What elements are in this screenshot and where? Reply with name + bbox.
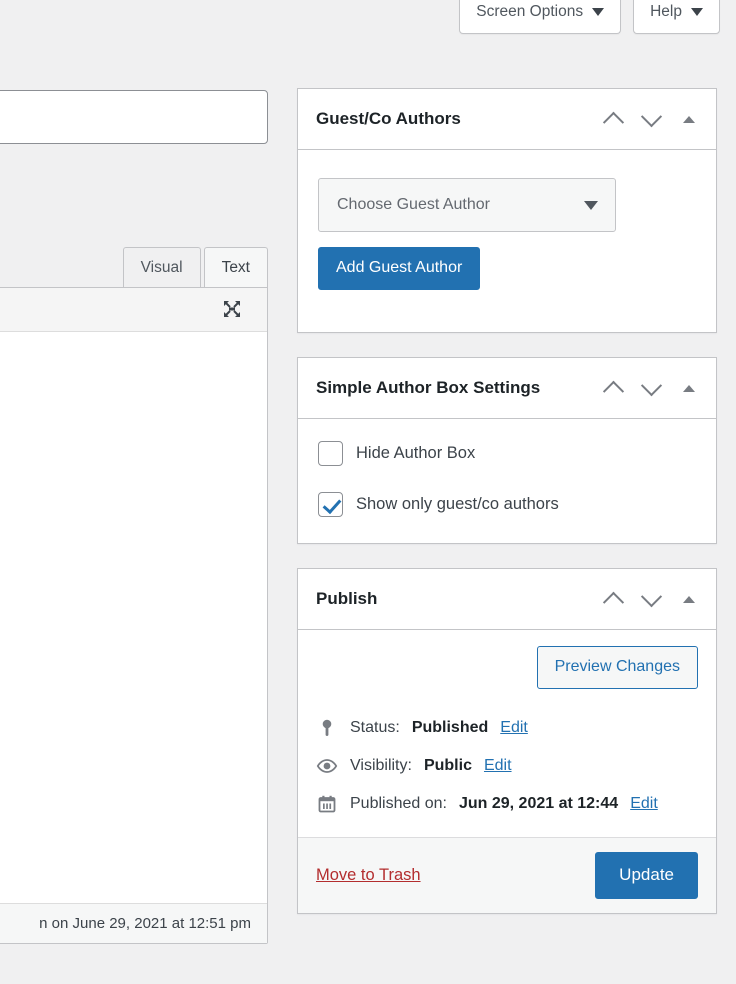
checkbox-hide-author-box[interactable] [318,441,343,466]
panel-header-publish: Publish [298,569,716,630]
visibility-value: Public [424,757,472,775]
post-title-input[interactable] [0,90,268,144]
visibility-label: Visibility: [350,757,412,775]
publish-row-published-on: Published on: Jun 29, 2021 at 12:44 Edit [316,785,698,823]
panel-controls [596,582,706,616]
preview-row: Preview Changes [316,646,698,689]
panel-body-publish: Preview Changes Status: Published Edit [298,630,716,837]
collapse-toggle-button[interactable] [672,582,706,616]
editor-toolbar [0,288,267,332]
move-to-trash-link[interactable]: Move to Trash [316,866,421,885]
panel-title-publish: Publish [316,587,377,611]
label-show-only-guest-co-authors: Show only guest/co authors [356,495,559,514]
move-down-button[interactable] [634,582,668,616]
option-show-only-guest-co-authors[interactable]: Show only guest/co authors [318,492,696,517]
move-up-button[interactable] [596,102,630,136]
editor-mode-tabs: Visual Text [120,240,268,288]
move-down-button[interactable] [634,102,668,136]
published-on-value: Jun 29, 2021 at 12:44 [459,795,618,813]
move-up-button[interactable] [596,582,630,616]
post-editor-column: Visual Text n on June 29, 2021 at 12:51 … [0,0,268,984]
panel-controls [596,371,706,405]
post-status-pin-icon [316,717,338,739]
guest-author-select[interactable]: Choose Guest Author [318,178,616,232]
move-up-button[interactable] [596,371,630,405]
edit-status-link[interactable]: Edit [500,719,528,737]
panel-body-simple-author-box-settings: Hide Author Box Show only guest/co autho… [298,419,716,543]
tab-visual-label: Visual [141,259,183,277]
preview-changes-button[interactable]: Preview Changes [537,646,698,689]
update-button[interactable]: Update [595,852,698,899]
tab-visual[interactable]: Visual [123,247,201,288]
checkbox-show-only-guest-co-authors[interactable] [318,492,343,517]
panel-body-guest-co-authors: Choose Guest Author Add Guest Author [298,150,716,332]
publish-row-status: Status: Published Edit [316,709,698,747]
status-value: Published [412,719,488,737]
panel-simple-author-box-settings: Simple Author Box Settings Hide Author B… [297,357,717,544]
content-editor: Visual Text n on June 29, 2021 at 12:51 … [0,240,268,944]
fullscreen-icon[interactable] [221,298,243,320]
panel-publish: Publish Preview Changes Status: Publ [297,568,717,914]
publish-actions-footer: Move to Trash Update [298,837,716,913]
chevron-down-icon [584,201,598,210]
add-guest-author-button[interactable]: Add Guest Author [318,247,480,290]
status-label: Status: [350,719,400,737]
edit-visibility-link[interactable]: Edit [484,757,512,775]
publish-row-visibility: Visibility: Public Edit [316,747,698,785]
panel-header-simple-author-box-settings: Simple Author Box Settings [298,358,716,419]
calendar-icon [316,793,338,815]
option-hide-author-box[interactable]: Hide Author Box [318,441,696,466]
editor-body: n on June 29, 2021 at 12:51 pm [0,287,268,944]
panel-header-guest-co-authors: Guest/Co Authors [298,89,716,150]
editor-status-footer: n on June 29, 2021 at 12:51 pm [0,903,267,943]
tab-text-label: Text [222,259,250,277]
edit-published-on-link[interactable]: Edit [630,795,658,813]
last-edited-text: n on June 29, 2021 at 12:51 pm [39,915,251,932]
panel-controls [596,102,706,136]
eye-icon [316,755,338,777]
panel-title-guest-co-authors: Guest/Co Authors [316,107,461,131]
collapse-toggle-button[interactable] [672,371,706,405]
published-on-label: Published on: [350,795,447,813]
move-down-button[interactable] [634,371,668,405]
label-hide-author-box: Hide Author Box [356,444,475,463]
collapse-toggle-button[interactable] [672,102,706,136]
panel-guest-co-authors: Guest/Co Authors Choose Guest Author Add… [297,88,717,333]
post-sidebar: Guest/Co Authors Choose Guest Author Add… [297,0,717,938]
guest-author-select-value: Choose Guest Author [337,196,490,214]
panel-title-simple-author-box-settings: Simple Author Box Settings [316,376,540,400]
tab-text[interactable]: Text [204,247,268,288]
